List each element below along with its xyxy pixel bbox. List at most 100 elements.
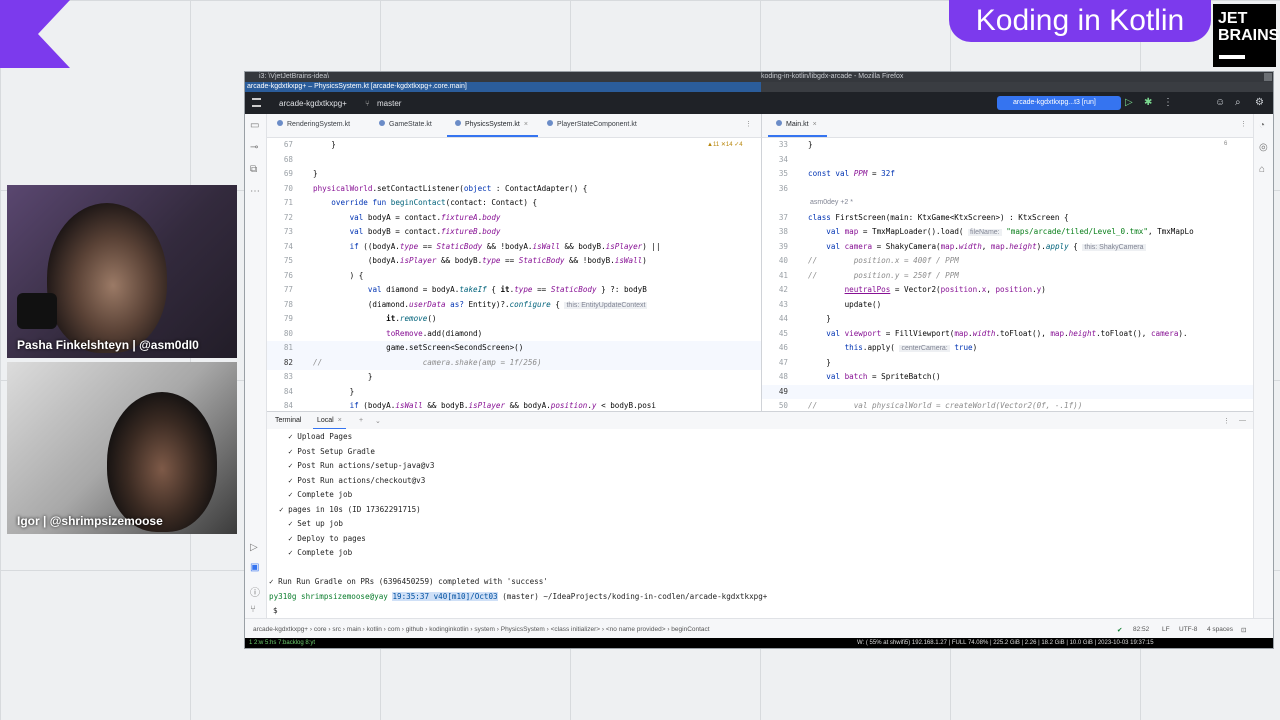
line-separator[interactable]: LF xyxy=(1162,626,1170,633)
terminal-prompt: py310g shrimpsizemoose@yay 19:35:37 v40[… xyxy=(269,590,767,605)
kotlin-file-icon xyxy=(277,120,283,126)
kotlin-file-icon xyxy=(547,120,553,126)
tab-game-state[interactable]: GameState.kt xyxy=(379,120,432,128)
tmux-status-bar: 1 2:w 5:hs 7:backlog 8:yt W: ( 55% at sh… xyxy=(245,638,1273,648)
inspection-ok-icon[interactable]: ✔ xyxy=(1117,626,1122,634)
code-author-hint[interactable]: asm0dey +2 * xyxy=(808,196,855,211)
person-silhouette xyxy=(107,392,217,532)
database-icon[interactable]: ◎ xyxy=(1259,142,1268,153)
terminal-line: ✓ Upload Pages xyxy=(279,432,353,441)
more-tools-icon[interactable]: ⋯ xyxy=(250,186,260,197)
kotlin-file-icon xyxy=(776,120,782,126)
webcam-igor: Igor | @shrimpsizemoose xyxy=(7,362,237,534)
close-icon[interactable] xyxy=(1264,73,1272,81)
terminal-line: ✓ Run Run Gradle on PRs (6396450259) com… xyxy=(269,577,548,586)
logo-line1: JET xyxy=(1218,10,1248,27)
run-icon[interactable]: ▷ xyxy=(1125,97,1133,109)
project-tool-icon[interactable]: ▭ xyxy=(250,120,259,131)
left-code-editor[interactable]: ▲11 ✕14 ✓4 67 } 68 69} 70 physicalWorld.s… xyxy=(267,138,761,411)
tmux-system-info: W: ( 55% at shwifi5) 192.168.1.27 | FULL… xyxy=(857,640,1154,646)
terminal-tool-window-header: Terminal Local × + ⌄ ⋮ — xyxy=(267,411,1253,430)
caret-position[interactable]: 82:52 xyxy=(1133,626,1149,633)
tab-rendering-system[interactable]: RenderingSystem.kt xyxy=(277,120,350,128)
main-toolbar: arcade-kgdxtkxpg+ ⑂ master arcade-kgdxtk… xyxy=(245,92,1273,114)
window-file-title: arcade-kgdxtkxpg+ – PhysicsSystem.kt [ar… xyxy=(247,83,467,90)
jetbrains-logo: JET BRAINS xyxy=(1213,4,1280,67)
more-actions-icon[interactable]: ⋮ xyxy=(1163,97,1173,109)
terminal-line: ✓ Post Run actions/checkout@v3 xyxy=(279,475,426,485)
webcam-pasha: Pasha Finkelshteyn | @asm0dI0 xyxy=(7,185,237,358)
structure-tool-icon[interactable]: ⧉ xyxy=(250,164,257,175)
notifications-icon[interactable]: ◔ xyxy=(1259,120,1265,131)
right-editor-tabs: Main.kt × ⋮ xyxy=(761,114,1253,138)
window-file-title-bar: arcade-kgdxtkxpg+ – PhysicsSystem.kt [ar… xyxy=(245,82,1273,92)
os-title: i3: \VjetJetBrains-idea\ xyxy=(259,73,330,80)
project-selector[interactable]: arcade-kgdxtkxpg+ xyxy=(279,99,347,108)
show-title-banner: Koding in Kotlin xyxy=(949,0,1211,42)
os-title-right: koding-in-kotlin/libgdx-arcade - Mozilla… xyxy=(761,73,904,80)
tabs-menu-icon[interactable]: ⋮ xyxy=(1240,120,1247,128)
tab-main[interactable]: Main.kt × xyxy=(768,120,827,137)
git-tool-icon[interactable]: ⑂ xyxy=(250,604,256,615)
right-tool-strip: ◔ ◎ ⌂ xyxy=(1253,114,1273,618)
close-tab-icon[interactable]: × xyxy=(524,121,528,128)
microphone-icon xyxy=(17,293,57,329)
logo-line2: BRAINS xyxy=(1218,27,1280,44)
stream-corner-shape xyxy=(0,0,70,68)
run-tool-icon[interactable]: ▷ xyxy=(250,542,258,553)
terminal-input-line[interactable]: $ xyxy=(273,604,278,618)
person-silhouette xyxy=(47,203,167,353)
terminal-title: Terminal xyxy=(275,417,302,424)
terminal-line: ✓ Complete job xyxy=(279,548,353,557)
problems-tool-icon[interactable]: ⓘ xyxy=(250,584,260,599)
tabs-menu-icon[interactable]: ⋮ xyxy=(745,120,752,128)
file-encoding[interactable]: UTF-8 xyxy=(1179,626,1197,633)
kotlin-file-icon xyxy=(379,120,385,126)
terminal-line: ✓ Post Setup Gradle xyxy=(279,446,376,456)
debug-icon[interactable]: ✱ xyxy=(1144,97,1152,109)
left-editor-tabs: RenderingSystem.kt GameState.kt PhysicsS… xyxy=(267,114,761,138)
left-tool-strip: ▭ ⊸ ⧉ ⋯ ▷ ▣ ⓘ ⑂ xyxy=(245,114,267,618)
gradle-icon[interactable]: ⌂ xyxy=(1259,164,1265,175)
terminal-tool-icon[interactable]: ▣ xyxy=(250,562,259,573)
terminal-line: ✓ Deploy to pages xyxy=(279,533,366,543)
hide-terminal-icon[interactable]: — xyxy=(1239,417,1246,424)
cam-name-tag: Pasha Finkelshteyn | @asm0dI0 xyxy=(17,338,199,352)
prompt-time: 19:35:37 v40[m10]/Oct03 xyxy=(392,591,498,601)
search-icon[interactable]: ⌕ xyxy=(1235,97,1241,109)
branch-icon: ⑂ xyxy=(365,99,370,108)
inspection-indicators[interactable]: 6 xyxy=(1224,141,1227,147)
terminal-line: ✓ Set up job xyxy=(279,519,344,528)
branch-selector[interactable]: master xyxy=(377,99,401,108)
new-terminal-icon[interactable]: + xyxy=(359,417,363,424)
settings-icon[interactable]: ⚙ xyxy=(1255,97,1264,109)
tab-player-state-component[interactable]: PlayerStateComponent.kt xyxy=(547,120,637,128)
show-title: Koding in Kotlin xyxy=(975,4,1185,37)
os-title-bar: i3: \VjetJetBrains-idea\ koding-in-kotli… xyxy=(245,72,1273,82)
run-configuration-selector[interactable]: arcade-kgdxtkxpg...t3 [run] xyxy=(997,96,1121,110)
navigation-breadcrumb[interactable]: arcade-kgdxtkxpg+ › core › src › main › … xyxy=(253,626,710,633)
indent-setting[interactable]: 4 spaces xyxy=(1207,626,1233,633)
terminal-tab-local[interactable]: Local × xyxy=(313,417,346,430)
tmux-windows: 1 2:w 5:hs 7:backlog 8:yt xyxy=(249,640,316,646)
prompt-path: (master) ~/IdeaProjects/koding-in-codlen… xyxy=(502,591,768,601)
terminal-line: ✓ pages in 10s (ID 17362291715) xyxy=(279,504,421,514)
account-icon[interactable]: ☺ xyxy=(1215,97,1225,109)
terminal-options-icon[interactable]: ⋮ xyxy=(1223,417,1230,425)
main-menu-icon[interactable] xyxy=(252,98,261,107)
ide-window: i3: \VjetJetBrains-idea\ koding-in-kotli… xyxy=(244,71,1274,649)
cam-name-tag: Igor | @shrimpsizemoose xyxy=(17,514,163,528)
prompt-user: py310g shrimpsizemoose@yay xyxy=(269,591,388,601)
close-tab-icon[interactable]: × xyxy=(813,121,817,128)
kotlin-file-icon xyxy=(455,120,461,126)
terminal-line: ✓ Complete job xyxy=(279,490,353,499)
status-bar: arcade-kgdxtkxpg+ › core › src › main › … xyxy=(245,618,1273,638)
inlay-hint: this: EntityUpdateContext xyxy=(564,301,648,309)
terminal-dropdown-icon[interactable]: ⌄ xyxy=(375,417,381,425)
commit-tool-icon[interactable]: ⊸ xyxy=(250,142,258,153)
lock-icon[interactable]: ⊡ xyxy=(1241,626,1246,634)
close-tab-icon[interactable]: × xyxy=(338,417,342,424)
terminal-output[interactable]: ✓ Upload Pages ✓ Post Setup Gradle ✓ Pos… xyxy=(267,429,1253,618)
tab-physics-system[interactable]: PhysicsSystem.kt × xyxy=(447,120,538,137)
right-code-editor[interactable]: 6 33} 34 35 const val PPM = 32f 36 asm0de… xyxy=(761,138,1253,411)
